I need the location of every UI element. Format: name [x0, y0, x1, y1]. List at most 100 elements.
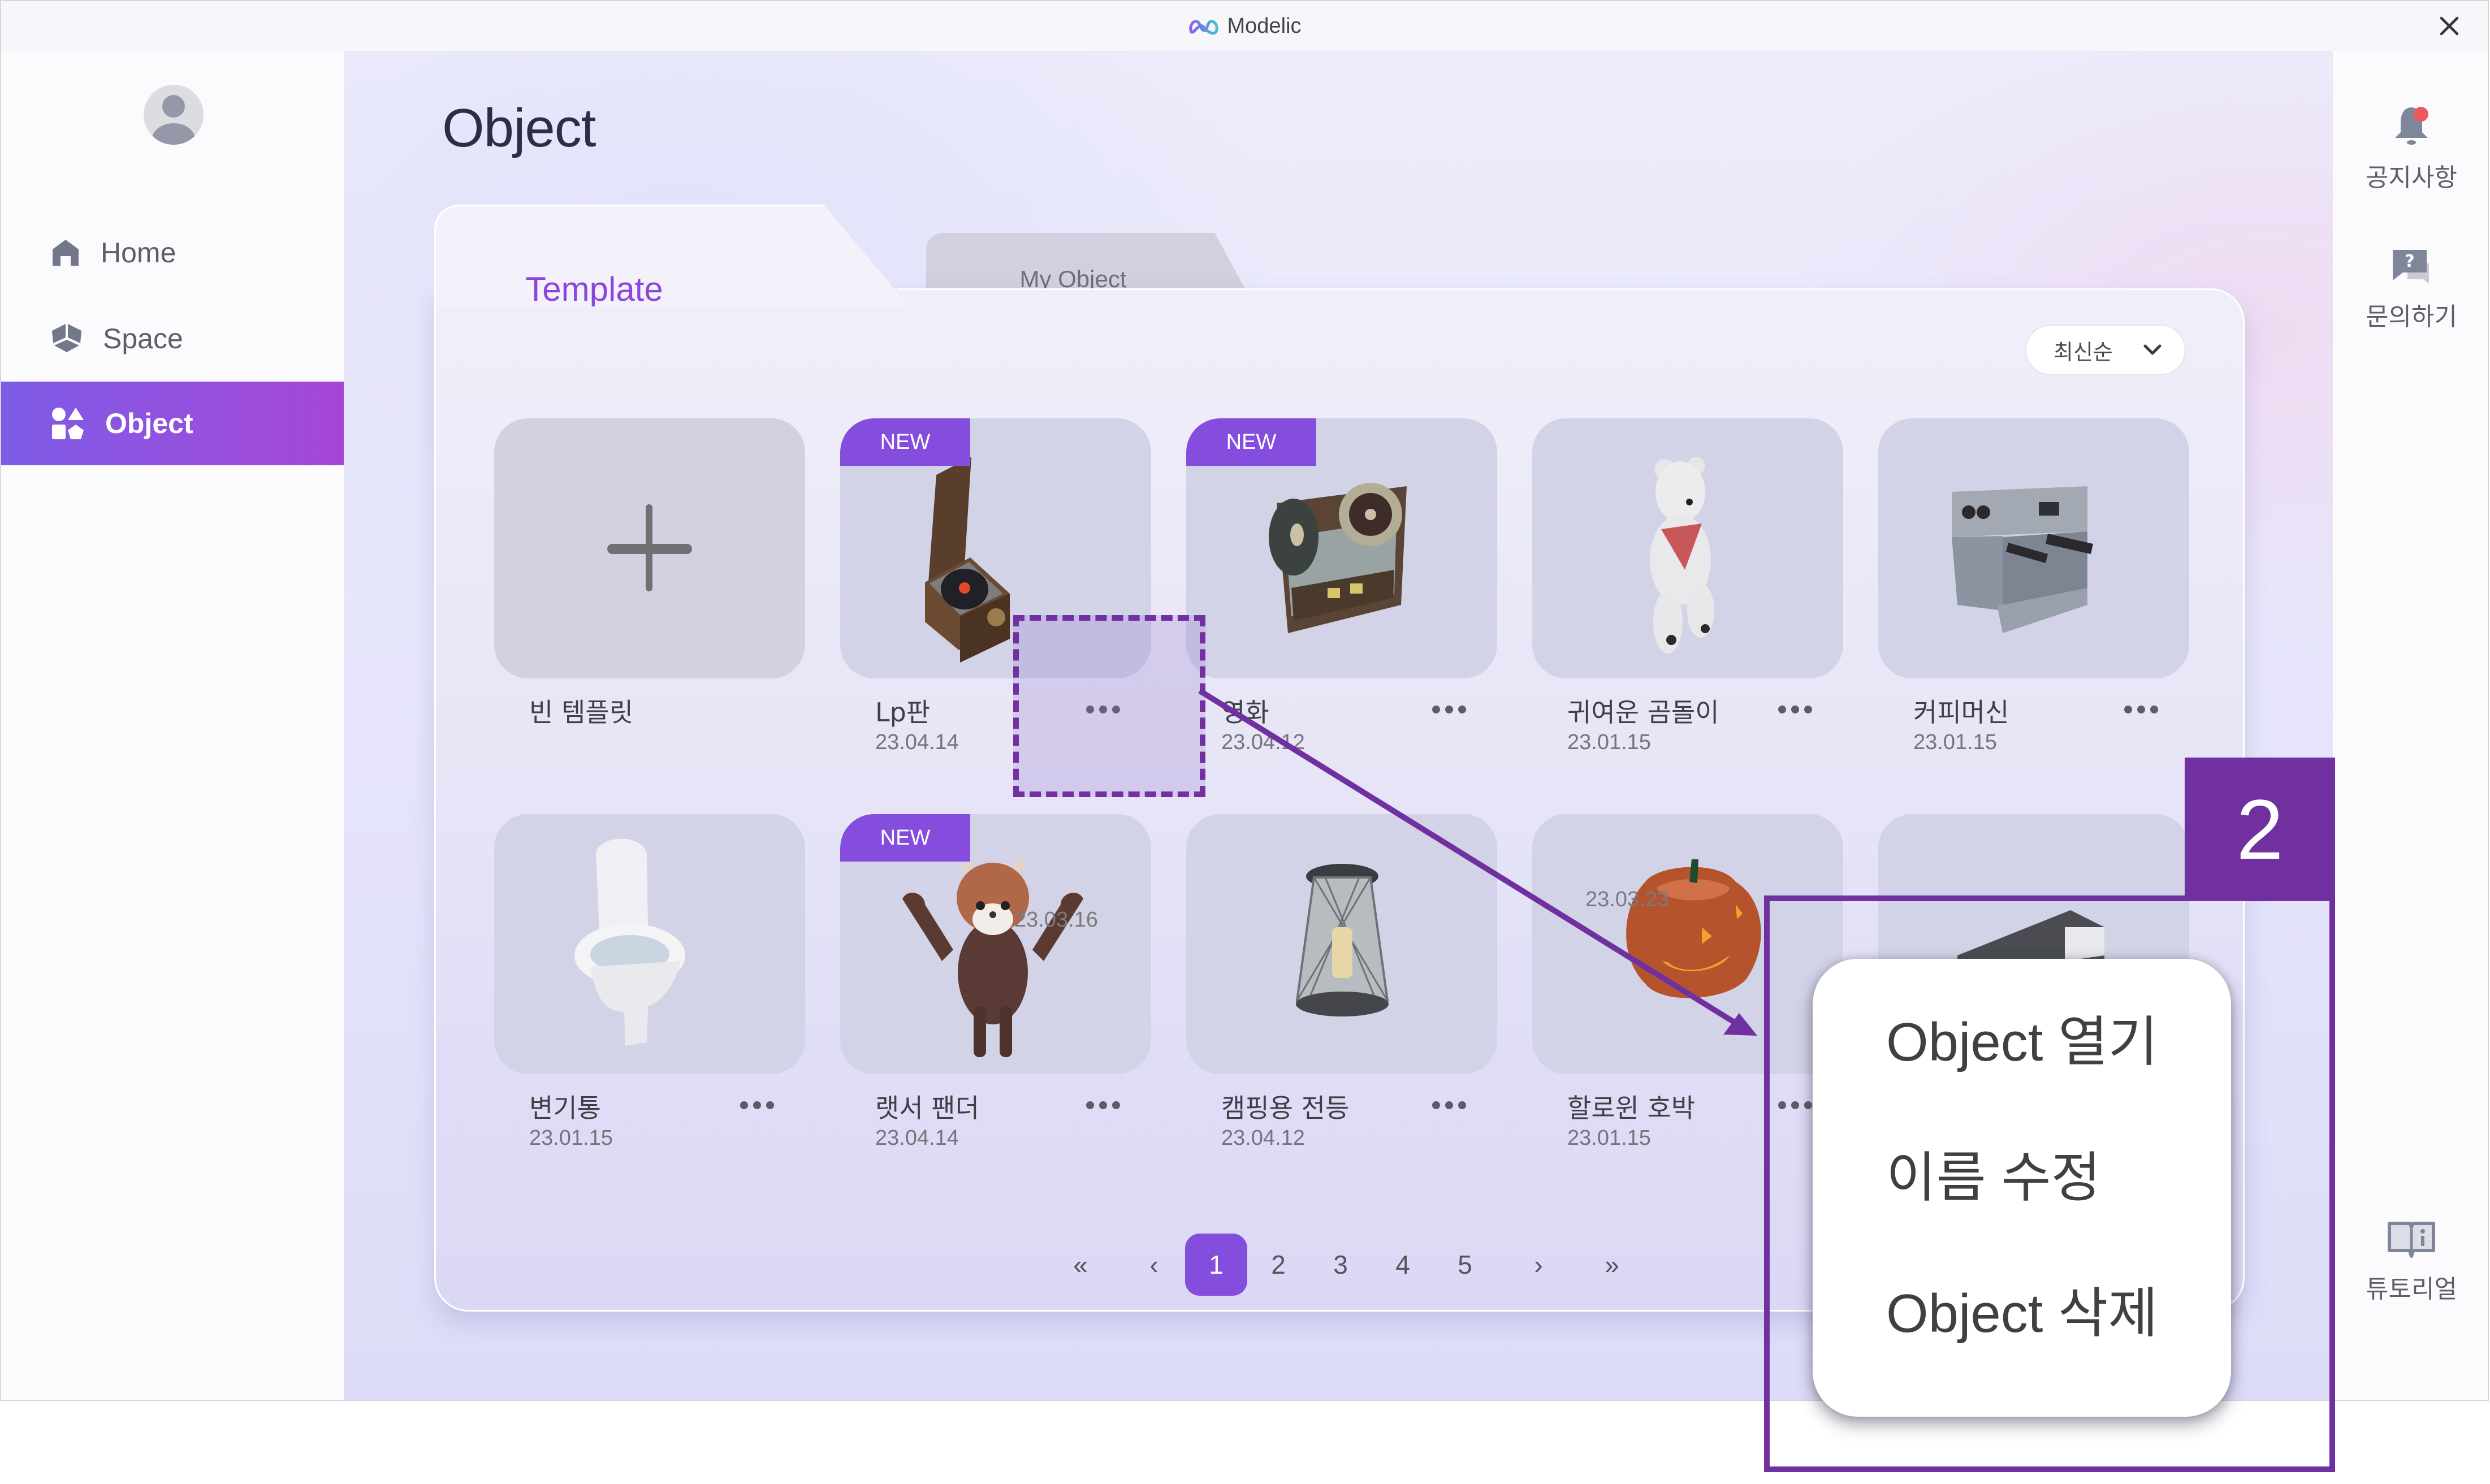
sidebar-item-space[interactable]: Space: [1, 297, 344, 380]
context-menu: Object 열기 이름 수정 Object 삭제: [1813, 959, 2231, 1417]
card-name: 할로윈 호박: [1567, 1093, 1696, 1123]
plus-icon: [607, 504, 692, 591]
close-button[interactable]: [2433, 10, 2465, 42]
more-options-button[interactable]: [1424, 695, 1475, 724]
tutorial-button[interactable]: 튜토리얼: [2333, 1221, 2488, 1305]
card-item[interactable]: 변기통 23.01.15: [494, 814, 805, 1187]
card-item[interactable]: 귀여운 곰돌이 23.01.15: [1532, 418, 1843, 791]
page-title: Object: [442, 98, 596, 158]
bell-icon: [2395, 107, 2428, 145]
card-name: 귀여운 곰돌이: [1567, 697, 1719, 728]
close-icon: [2440, 16, 2459, 36]
page-button-4[interactable]: 4: [1372, 1234, 1434, 1296]
more-options-button[interactable]: [1770, 695, 1821, 724]
tutorial-label: 튜토리얼: [2366, 1275, 2457, 1304]
toilet-image: [574, 838, 685, 1046]
card-name: 커피머신: [1913, 697, 2009, 728]
card-date: 23.01.15: [1567, 730, 1651, 754]
tab-label: Template: [525, 270, 663, 308]
card-item[interactable]: 캠핑용 전등 23.04.12: [1186, 814, 1497, 1187]
card-date: 23.01.15: [1913, 730, 1997, 754]
card-name: 변기통: [529, 1093, 601, 1123]
card-thumbnail[interactable]: [494, 418, 805, 678]
more-options-button[interactable]: [732, 1091, 783, 1119]
card-blank-template[interactable]: 빈 템플릿: [494, 418, 805, 791]
left-sidebar: Home Space Object: [1, 51, 344, 1400]
cube-icon: [52, 324, 81, 352]
menu-item-delete-object[interactable]: Object 삭제: [1886, 1287, 2231, 1422]
card-thumbnail[interactable]: [1878, 418, 2189, 678]
coffee-machine-image: [1952, 486, 2093, 633]
ghost-date-text: 23.03.16: [1014, 908, 1098, 932]
new-badge: NEW: [840, 814, 970, 862]
sidebar-item-label: Object: [105, 408, 193, 439]
title-bar: Modelic: [1, 1, 2488, 51]
menu-item-rename[interactable]: 이름 수정: [1886, 1151, 2231, 1287]
new-badge: NEW: [840, 418, 970, 466]
sidebar-item-label: Home: [101, 237, 176, 269]
notice-label: 공지사항: [2366, 163, 2457, 192]
tab-template[interactable]: Template: [434, 205, 909, 306]
notice-button[interactable]: 공지사항: [2333, 105, 2488, 193]
card-date: 23.04.12: [1221, 1126, 1305, 1150]
pagination: « ‹ 1 2 3 4 5 › »: [1049, 1234, 1643, 1296]
teddy-bear-image: [1650, 457, 1714, 654]
card-thumbnail[interactable]: [1186, 814, 1497, 1074]
card-thumbnail[interactable]: NEW: [1186, 418, 1497, 678]
right-sidebar: 공지사항 ? 문의하기 튜토리얼: [2333, 51, 2488, 1400]
sidebar-item-object[interactable]: Object: [1, 382, 344, 465]
card-thumbnail[interactable]: [1532, 418, 1843, 678]
ghost-date-text: 23.03.23: [1585, 888, 1669, 911]
app-title: Modelic: [1227, 14, 1302, 38]
card-name: 빈 템플릿: [529, 697, 633, 728]
card-date: 23.01.15: [529, 1126, 613, 1150]
camping-lantern-image: [1295, 864, 1389, 1016]
user-avatar-icon: [152, 95, 195, 145]
page-button-1[interactable]: 1: [1185, 1234, 1247, 1296]
svg-text:?: ?: [2405, 252, 2414, 271]
card-name: 영화: [1221, 697, 1269, 728]
step-number-badge: 2: [2185, 758, 2335, 901]
page-button-3[interactable]: 3: [1309, 1234, 1372, 1296]
card-name: 캠핑용 전등: [1221, 1093, 1350, 1123]
card-date: 23.04.12: [1221, 730, 1305, 754]
sidebar-item-home[interactable]: Home: [1, 211, 344, 295]
question-chat-icon: ?: [2393, 250, 2429, 284]
more-options-button[interactable]: [1078, 1091, 1129, 1119]
card-date: 23.04.14: [875, 1126, 959, 1150]
last-page-button[interactable]: »: [1581, 1234, 1643, 1296]
panel-top-edge: [898, 288, 2245, 322]
prev-page-button[interactable]: ‹: [1123, 1234, 1185, 1296]
card-thumbnail[interactable]: [494, 814, 805, 1074]
more-options-button[interactable]: [1424, 1091, 1475, 1119]
more-options-button[interactable]: [2116, 695, 2167, 724]
card-item[interactable]: 커피머신 23.01.15: [1878, 418, 2189, 791]
inquiry-label: 문의하기: [2366, 302, 2457, 331]
sidebar-item-label: Space: [103, 323, 183, 354]
notification-dot: [2414, 107, 2428, 122]
card-thumbnail[interactable]: 23.03.16 NEW: [840, 814, 1151, 1074]
card-name: Lp판: [875, 697, 931, 728]
card-item[interactable]: 23.03.16 NEW 랫서 팬더 23.04.14: [840, 814, 1151, 1187]
first-page-button[interactable]: «: [1049, 1234, 1112, 1296]
sort-value: 최신순: [2054, 339, 2113, 365]
sort-dropdown[interactable]: 최신순: [2025, 325, 2186, 375]
app-brand: Modelic: [1188, 14, 1302, 38]
card-date: 23.01.15: [1567, 1126, 1651, 1150]
highlight-more-button: [1013, 615, 1205, 797]
next-page-button[interactable]: ›: [1507, 1234, 1570, 1296]
home-icon: [53, 240, 79, 266]
avatar[interactable]: [144, 85, 204, 145]
book-info-icon: [2388, 1222, 2435, 1258]
card-name: 랫서 팬더: [875, 1093, 979, 1123]
shapes-icon: [52, 408, 84, 439]
chevron-down-icon: [2143, 344, 2162, 355]
new-badge: NEW: [1186, 418, 1316, 466]
inquiry-button[interactable]: ? 문의하기: [2333, 249, 2488, 332]
modelic-logo-icon: [1188, 20, 1218, 35]
card-date: 23.04.14: [875, 730, 959, 754]
card-item[interactable]: NEW 영화 23.04.12: [1186, 418, 1497, 791]
menu-item-open-object[interactable]: Object 열기: [1886, 1015, 2231, 1151]
page-button-2[interactable]: 2: [1247, 1234, 1309, 1296]
page-button-5[interactable]: 5: [1434, 1234, 1496, 1296]
